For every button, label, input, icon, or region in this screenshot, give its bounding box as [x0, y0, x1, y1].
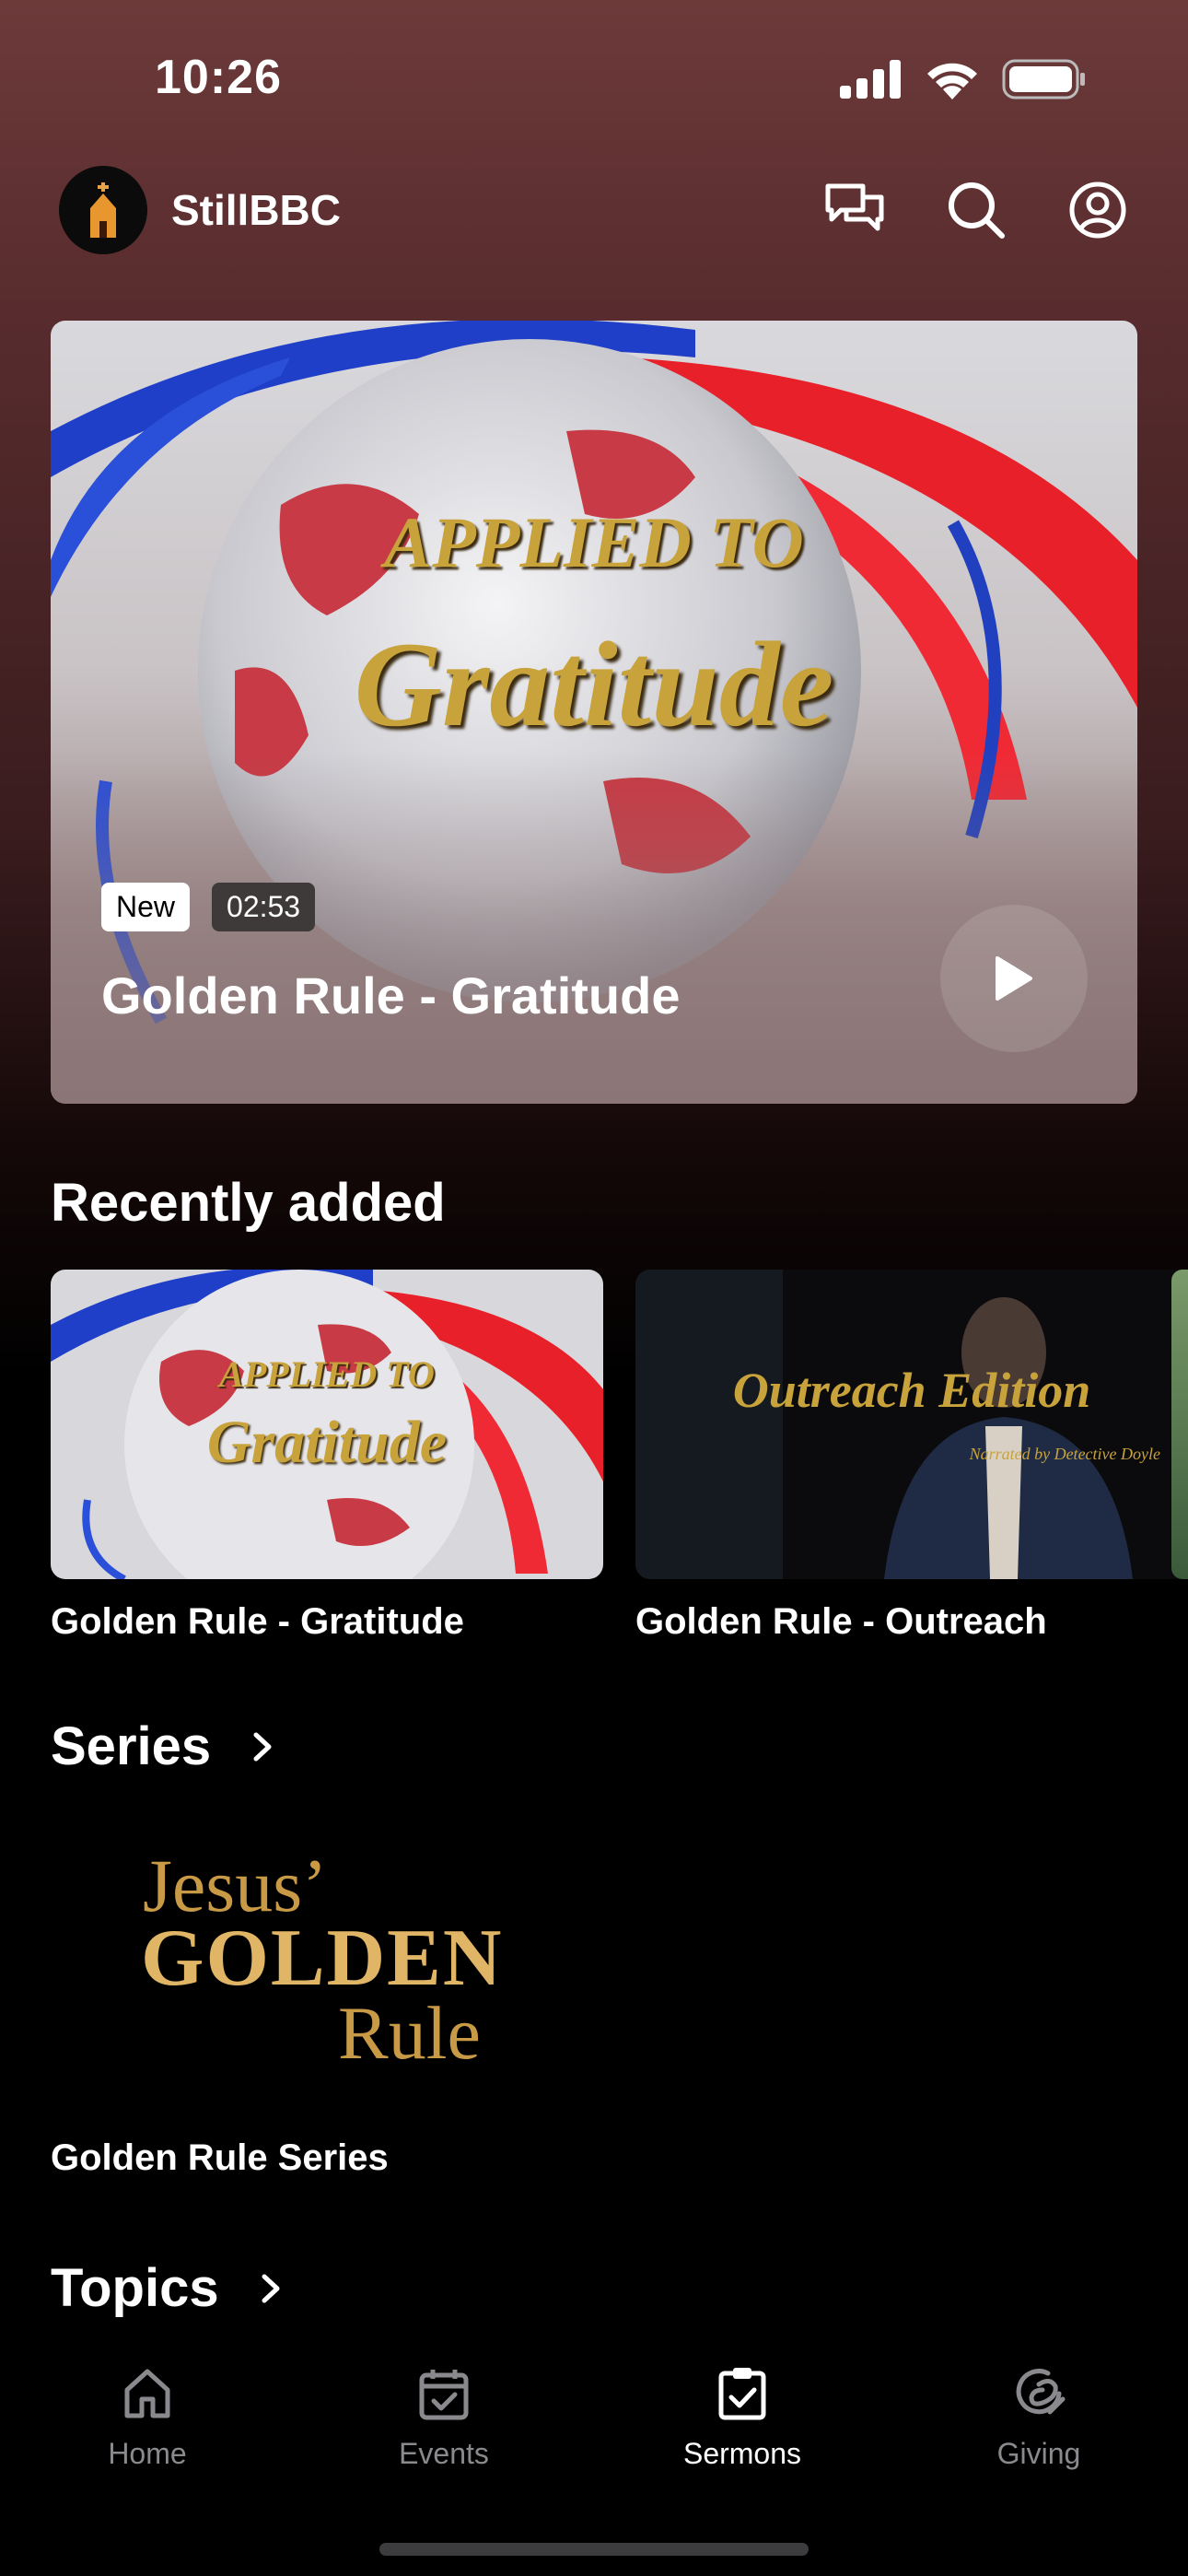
search-icon	[949, 182, 1005, 239]
recent-item-card[interactable]: Outreach Edition Narrated by Detective D…	[635, 1270, 1188, 1643]
app-header: StillBBC	[59, 164, 1129, 256]
series-art-line3: Rule	[338, 1991, 481, 2075]
signal-icon	[840, 60, 901, 99]
tab-giving-label: Giving	[996, 2437, 1081, 2470]
hero-badges: New 02:53	[101, 883, 316, 931]
clipboard-check-icon	[718, 2368, 766, 2420]
hero-art-line2: Gratitude	[354, 616, 834, 752]
recently-added-title: Recently added	[51, 1173, 446, 1233]
new-badge: New	[101, 883, 191, 931]
calendar-check-icon	[419, 2370, 469, 2420]
tab-giving[interactable]: Giving	[947, 2366, 1131, 2471]
recent-item-thumbnail: Outreach Edition Narrated by Detective D…	[635, 1270, 1188, 1579]
tab-events[interactable]: Events	[352, 2366, 536, 2471]
status-bar: 10:26	[0, 0, 1188, 157]
recent-item-thumbnail: APPLIED TO Gratitude	[51, 1270, 603, 1579]
chat-icon	[825, 183, 884, 231]
profile-button[interactable]	[1066, 179, 1129, 241]
battery-icon	[1002, 59, 1085, 100]
series-title: Series	[51, 1716, 212, 1776]
tab-home-label: Home	[108, 2437, 187, 2470]
next-item-peek[interactable]	[1171, 1270, 1188, 1579]
wifi-icon	[927, 63, 977, 100]
screen: 10:26 StillBBC APPLIED TO Gratitude New …	[0, 0, 1188, 2576]
hero-title: Golden Rule - Gratitude	[101, 966, 681, 1025]
topics-heading[interactable]: Topics	[51, 2257, 282, 2319]
tab-home[interactable]: Home	[55, 2366, 239, 2471]
app-name: StillBBC	[171, 186, 341, 234]
chevron-right-icon	[253, 1732, 272, 1761]
play-icon	[996, 956, 1032, 1001]
tab-sermons[interactable]: Sermons	[650, 2366, 834, 2471]
topics-title: Topics	[51, 2258, 219, 2318]
header-actions	[823, 179, 1129, 241]
series-art-line2: GOLDEN	[141, 1914, 504, 2003]
duration-badge: 02:53	[212, 883, 316, 931]
status-time: 10:26	[155, 51, 282, 104]
recent-item-card[interactable]: APPLIED TO Gratitude Golden Rule - Grati…	[51, 1270, 603, 1643]
recent-item-title: Golden Rule - Gratitude	[51, 1601, 464, 1642]
status-icons	[840, 59, 1087, 100]
giving-icon	[1016, 2369, 1066, 2415]
recent-item-art-line1: Outreach Edition	[732, 1363, 1091, 1418]
series-item-card[interactable]: Jesus’ GOLDEN Rule	[51, 1815, 603, 2091]
chat-button[interactable]	[823, 179, 886, 241]
tab-bar: Home Events Sermons Giving	[0, 2340, 1188, 2576]
church-logo[interactable]	[59, 166, 147, 254]
profile-icon	[1069, 181, 1126, 239]
series-heading[interactable]: Series	[51, 1715, 274, 1777]
tab-sermons-label: Sermons	[682, 2437, 802, 2470]
series-item-title: Golden Rule Series	[51, 2137, 389, 2178]
recent-item-art-line1: APPLIED TO	[219, 1353, 435, 1395]
chevron-right-icon	[262, 2274, 280, 2302]
recent-item-art-line2: Narrated by Detective Doyle	[969, 1445, 1160, 1463]
recently-added-heading: Recently added	[51, 1172, 446, 1234]
series-art-line1: Jesus’	[143, 1844, 328, 1927]
hero-art-line1: APPLIED TO	[384, 502, 804, 582]
search-button[interactable]	[945, 179, 1007, 241]
featured-sermon-card[interactable]: APPLIED TO Gratitude New 02:53 Golden Ru…	[51, 321, 1137, 1104]
play-button[interactable]	[940, 905, 1088, 1052]
church-icon	[90, 182, 116, 238]
home-icon	[124, 2369, 170, 2418]
recent-item-title: Golden Rule - Outreach	[635, 1601, 1047, 1642]
tab-events-label: Events	[399, 2437, 489, 2470]
recent-item-artwork	[635, 1270, 1188, 1579]
recent-item-art-line2: Gratitude	[206, 1409, 448, 1476]
home-indicator	[379, 2543, 809, 2556]
